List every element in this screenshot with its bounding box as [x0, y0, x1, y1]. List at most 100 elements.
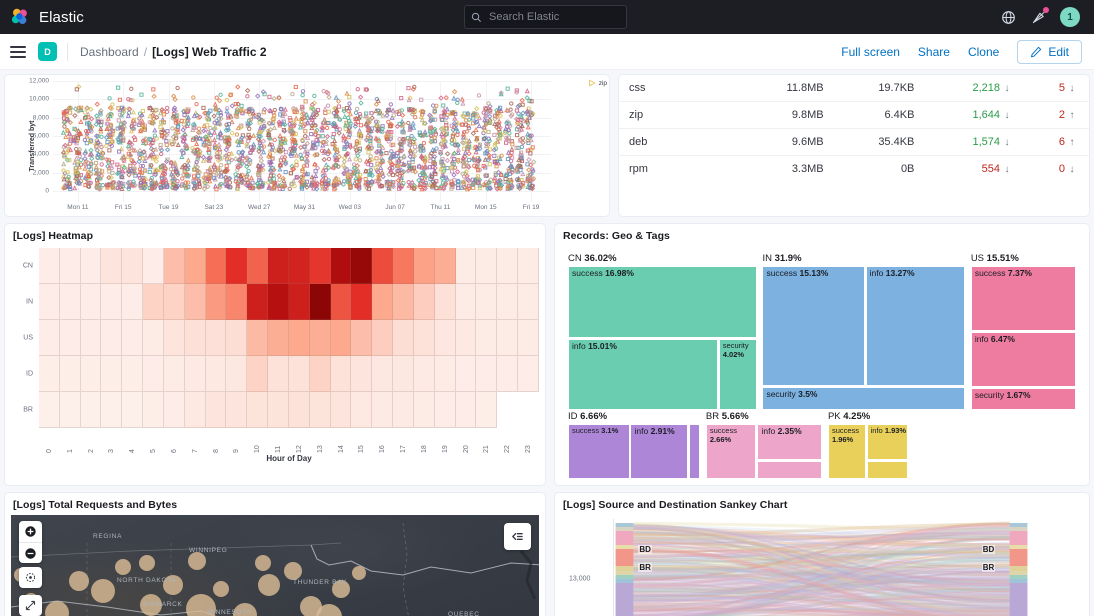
heatmap-cell[interactable]: [60, 248, 81, 284]
table-row[interactable]: rpm3.3MB0B554↓0↓: [619, 156, 1089, 183]
heatmap-cell[interactable]: [518, 248, 539, 284]
treemap-cell[interactable]: success 15.13%: [762, 266, 864, 386]
heatmap-cell[interactable]: [310, 248, 331, 284]
sankey-source-node[interactable]: [616, 549, 634, 566]
heatmap-cell[interactable]: [289, 392, 310, 428]
heatmap-cell[interactable]: [414, 284, 435, 320]
heatmap-cell[interactable]: [331, 356, 352, 392]
map-data-bubble[interactable]: [115, 559, 131, 575]
sankey-destination-node[interactable]: [1010, 575, 1028, 579]
table-row[interactable]: zip9.8MB6.4KB1,644↓2↑: [619, 102, 1089, 129]
heatmap-grid[interactable]: [39, 248, 539, 428]
map-legend-toggle-button[interactable]: [504, 523, 531, 550]
heatmap-cell[interactable]: [414, 248, 435, 284]
heatmap-cell[interactable]: [393, 284, 414, 320]
heatmap-cell[interactable]: [206, 392, 227, 428]
heatmap-cell[interactable]: [476, 248, 497, 284]
heatmap-cell[interactable]: [351, 356, 372, 392]
heatmap-cell[interactable]: [497, 248, 518, 284]
heatmap-cell[interactable]: [414, 392, 435, 428]
treemap-cell[interactable]: [867, 461, 909, 479]
sankey-destination-node[interactable]: [1010, 523, 1028, 527]
sankey-destination-node[interactable]: [1010, 545, 1028, 549]
clone-button[interactable]: Clone: [968, 45, 999, 59]
heatmap-cell[interactable]: [331, 392, 352, 428]
heatmap-cell[interactable]: [497, 392, 518, 428]
heatmap-cell[interactable]: [456, 356, 477, 392]
heatmap-cell[interactable]: [39, 284, 60, 320]
heatmap-cell[interactable]: [247, 356, 268, 392]
heatmap-cell[interactable]: [60, 356, 81, 392]
map-data-bubble[interactable]: [188, 552, 206, 570]
heatmap-cell[interactable]: [143, 284, 164, 320]
heatmap-cell[interactable]: [122, 392, 143, 428]
map-data-bubble[interactable]: [139, 555, 155, 571]
heatmap-cell[interactable]: [226, 392, 247, 428]
sankey-source-node[interactable]: [616, 566, 634, 571]
heatmap-cell[interactable]: [226, 356, 247, 392]
heatmap-cell[interactable]: [226, 320, 247, 356]
sankey-destination-node[interactable]: [1010, 579, 1028, 583]
heatmap-cell[interactable]: [351, 392, 372, 428]
breadcrumb-dashboard[interactable]: Dashboard: [80, 45, 139, 59]
heatmap-cell[interactable]: [372, 356, 393, 392]
heatmap-cell[interactable]: [497, 320, 518, 356]
map-canvas[interactable]: REGINAWINNIPEGNORTH DAKOTABISMARCKMINNES…: [11, 515, 539, 616]
heatmap-cell[interactable]: [351, 320, 372, 356]
heatmap-cell[interactable]: [414, 320, 435, 356]
heatmap-cell[interactable]: [122, 356, 143, 392]
heatmap-cell[interactable]: [393, 356, 414, 392]
treemap-cell[interactable]: success 3.1%: [568, 424, 630, 479]
heatmap-cell[interactable]: [60, 392, 81, 428]
map-data-bubble[interactable]: [69, 571, 89, 591]
sankey-source-node[interactable]: [616, 523, 634, 527]
heatmap-cell[interactable]: [268, 356, 289, 392]
map-zoom-in-button[interactable]: [19, 521, 42, 542]
heatmap-cell[interactable]: [39, 248, 60, 284]
sankey-source-node[interactable]: [616, 583, 634, 616]
heatmap-cell[interactable]: [310, 356, 331, 392]
heatmap-cell[interactable]: [518, 320, 539, 356]
heatmap-cell[interactable]: [247, 392, 268, 428]
heatmap-cell[interactable]: [393, 392, 414, 428]
heatmap-cell[interactable]: [268, 392, 289, 428]
heatmap-cell[interactable]: [435, 248, 456, 284]
map-data-bubble[interactable]: [91, 579, 115, 603]
heatmap-cell[interactable]: [351, 284, 372, 320]
heatmap-cell[interactable]: [476, 356, 497, 392]
heatmap-cell[interactable]: [81, 356, 102, 392]
heatmap-cell[interactable]: [101, 284, 122, 320]
sankey-source-node[interactable]: [616, 531, 634, 545]
announcement-icon[interactable]: [1030, 9, 1047, 26]
heatmap-cell[interactable]: [206, 284, 227, 320]
treemap-cell[interactable]: success 2.66%: [706, 424, 757, 479]
menu-toggle-icon[interactable]: [10, 46, 26, 58]
treemap-cell[interactable]: security 4.02%: [719, 339, 757, 410]
heatmap-cell[interactable]: [39, 392, 60, 428]
treemap-chart[interactable]: CN 36.02%success 16.98%info 15.01%securi…: [568, 252, 1076, 477]
map-fit-bounds-button[interactable]: [19, 595, 42, 616]
map-locate-button[interactable]: [19, 567, 42, 588]
heatmap-cell[interactable]: [476, 320, 497, 356]
heatmap-cell[interactable]: [351, 248, 372, 284]
treemap-cell[interactable]: [757, 461, 821, 479]
heatmap-cell[interactable]: [39, 356, 60, 392]
heatmap-cell[interactable]: [310, 392, 331, 428]
global-search[interactable]: [464, 5, 627, 29]
heatmap-cell[interactable]: [164, 392, 185, 428]
heatmap-cell[interactable]: [435, 284, 456, 320]
heatmap-cell[interactable]: [101, 320, 122, 356]
heatmap-cell[interactable]: [476, 392, 497, 428]
heatmap-cell[interactable]: [456, 284, 477, 320]
map-data-bubble[interactable]: [255, 555, 271, 571]
sankey-source-node[interactable]: [616, 527, 634, 531]
heatmap-cell[interactable]: [518, 356, 539, 392]
sankey-source-node[interactable]: [616, 571, 634, 575]
heatmap-cell[interactable]: [414, 356, 435, 392]
heatmap-cell[interactable]: [60, 284, 81, 320]
heatmap-cell[interactable]: [497, 284, 518, 320]
heatmap-cell[interactable]: [518, 392, 539, 428]
table-row[interactable]: css11.8MB19.7KB2,218↓5↓: [619, 75, 1089, 102]
heatmap-cell[interactable]: [143, 356, 164, 392]
treemap-cell[interactable]: security 3.5%: [762, 387, 964, 410]
